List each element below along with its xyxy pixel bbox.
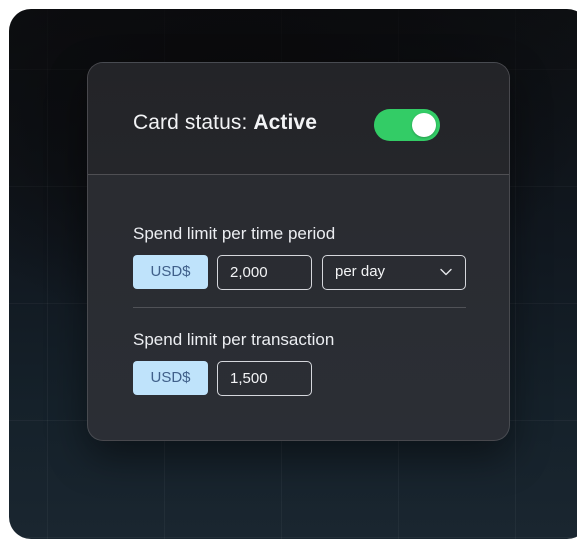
chevron-down-icon bbox=[440, 268, 452, 276]
transaction-limit-title: Spend limit per transaction bbox=[133, 330, 335, 349]
toggle-knob bbox=[412, 113, 436, 137]
card-status-label: Card status: bbox=[133, 111, 254, 134]
card-status-text: Card status: Active bbox=[133, 111, 317, 135]
period-select[interactable]: per day bbox=[322, 255, 466, 290]
card-status-value: Active bbox=[253, 111, 317, 134]
card-status-toggle[interactable] bbox=[374, 109, 440, 141]
period-select-value: per day bbox=[335, 263, 386, 280]
card-status-header: Card status: Active bbox=[88, 63, 509, 175]
time-period-amount-input[interactable] bbox=[217, 255, 312, 290]
time-period-limit-title: Spend limit per time period bbox=[133, 224, 336, 243]
time-period-currency-chip[interactable]: USD$ bbox=[133, 255, 208, 289]
transaction-amount-input[interactable] bbox=[217, 361, 312, 396]
transaction-currency-chip[interactable]: USD$ bbox=[133, 361, 208, 395]
section-divider bbox=[133, 307, 466, 308]
card-settings-panel: Card status: Active Spend limit per time… bbox=[87, 62, 510, 441]
